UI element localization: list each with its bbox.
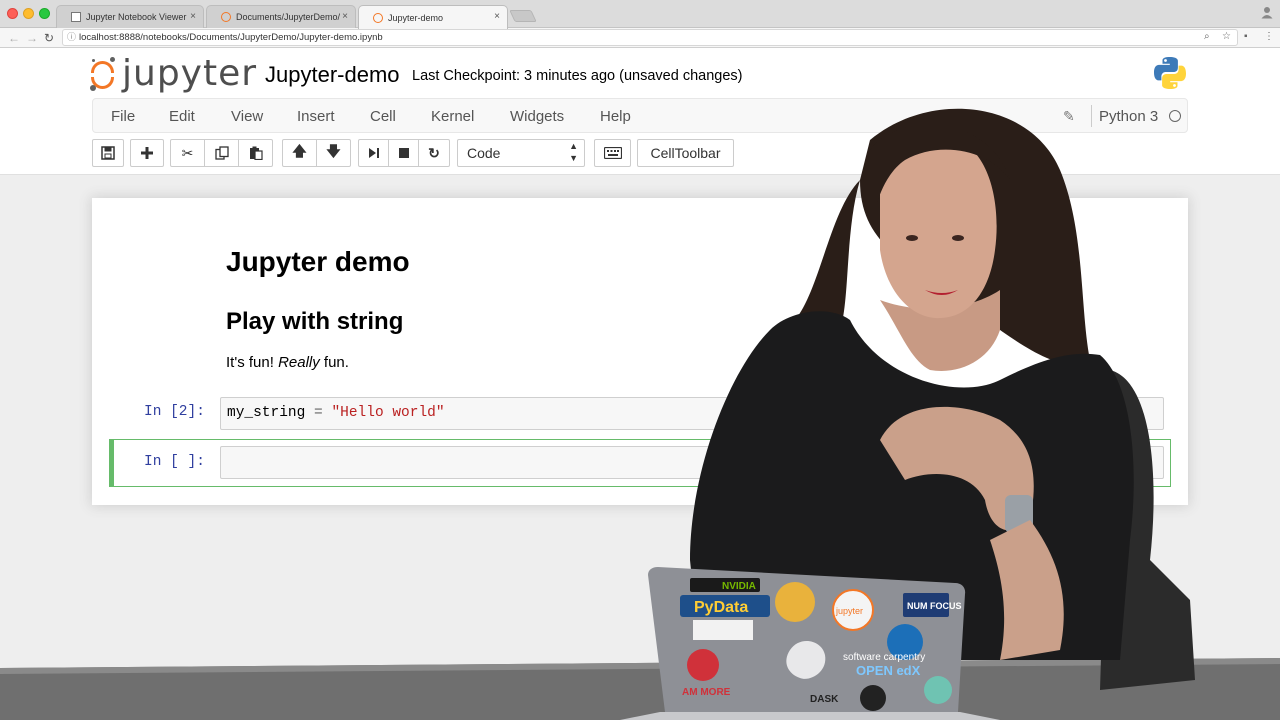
close-icon[interactable]: ×	[190, 11, 196, 22]
input-prompt: In [ ]:	[144, 454, 205, 470]
code-operator: =	[305, 405, 332, 421]
close-icon[interactable]: ×	[342, 11, 348, 22]
notebook-container: Jupyter demo Play with string It's fun! …	[92, 198, 1188, 505]
keyboard-icon	[603, 147, 622, 159]
code-cell[interactable]: In [2]: my_string = "Hello world"	[110, 392, 1170, 436]
code-string: "Hello world"	[331, 405, 445, 421]
arrow-up-icon: 🡅	[292, 143, 307, 159]
menu-file[interactable]: File	[111, 108, 135, 125]
reload-icon[interactable]: ↻	[44, 30, 54, 46]
browser-tab-notebook-viewer[interactable]: Jupyter Notebook Viewer ×	[56, 5, 204, 28]
kernel-idle-indicator-icon	[1169, 110, 1181, 122]
jupyter-icon	[373, 12, 383, 23]
extension-icon[interactable]: ▪	[1244, 31, 1248, 42]
jupyter-logo[interactable]: jupyter	[90, 52, 257, 96]
select-caret-icon: ▲ ▼	[569, 141, 578, 163]
kernel-name: Python 3	[1099, 108, 1159, 125]
run-cell-button[interactable]	[358, 139, 389, 167]
window-close-button[interactable]	[7, 8, 18, 19]
menu-bar: File Edit View Insert Cell Kernel Widget…	[92, 98, 1188, 133]
code-input[interactable]: my_string = "Hello world"	[220, 397, 1164, 430]
paste-icon	[249, 146, 263, 160]
markdown-heading-1[interactable]: Jupyter demo	[226, 246, 410, 278]
close-icon[interactable]: ×	[494, 11, 500, 22]
menu-insert[interactable]: Insert	[297, 108, 335, 125]
edit-pencil-icon[interactable]: ✎	[1063, 108, 1075, 125]
celltoolbar-button[interactable]: CellToolbar	[637, 139, 734, 167]
refresh-icon: ↻	[428, 144, 440, 161]
menu-widgets[interactable]: Widgets	[510, 108, 564, 125]
menu-icon[interactable]: ⋮	[1264, 31, 1274, 42]
markdown-paragraph[interactable]: It's fun! Really fun.	[226, 354, 349, 371]
tab-label: Documents/JupyterDemo/	[236, 12, 341, 22]
stop-icon	[398, 148, 409, 158]
menu-kernel[interactable]: Kernel	[431, 108, 474, 125]
tab-label: Jupyter-demo	[388, 12, 444, 23]
save-icon	[101, 146, 115, 160]
code-input-active[interactable]	[220, 446, 1164, 479]
move-cell-up-button[interactable]: 🡅	[282, 139, 317, 167]
checkpoint-status: Last Checkpoint: 3 minutes ago (unsaved …	[412, 68, 743, 84]
notebook-area: Jupyter demo Play with string It's fun! …	[0, 175, 1280, 720]
new-tab-button[interactable]	[509, 10, 537, 22]
arrow-down-icon: 🡇	[326, 143, 341, 159]
forward-icon[interactable]: →	[26, 30, 38, 46]
code-variable: my_string	[227, 405, 306, 421]
notebook-title[interactable]: Jupyter-demo	[265, 62, 400, 88]
jupyter-logo-text: jupyter	[122, 53, 258, 94]
jupyter-header: jupyter Jupyter-demo Last Checkpoint: 3 …	[0, 48, 1280, 175]
cell-type-select[interactable]: Code ▲ ▼	[457, 139, 585, 167]
command-palette-button[interactable]	[594, 139, 631, 167]
interrupt-kernel-button[interactable]	[388, 139, 419, 167]
paragraph-text: It's fun!	[226, 354, 279, 371]
cell-type-value: Code	[467, 145, 501, 161]
plus-icon	[141, 147, 153, 159]
paragraph-emphasis: Really	[278, 354, 320, 371]
kernel-divider	[1091, 105, 1092, 127]
bookmark-star-icon[interactable]: ☆	[1222, 31, 1231, 42]
browser-tab-jupyter-demo[interactable]: Jupyter-demo ×	[358, 5, 508, 29]
code-cell-selected[interactable]: In [ ]:	[109, 439, 1171, 487]
restart-kernel-button[interactable]: ↻	[418, 139, 450, 167]
window-minimize-button[interactable]	[23, 8, 34, 19]
scissors-icon: ✂	[181, 144, 194, 161]
markdown-heading-2[interactable]: Play with string	[226, 308, 403, 336]
menu-view[interactable]: View	[231, 108, 263, 125]
jupyter-icon	[221, 12, 231, 22]
menu-help[interactable]: Help	[600, 108, 631, 125]
window-zoom-button[interactable]	[39, 8, 50, 19]
tab-label: Jupyter Notebook Viewer	[86, 12, 187, 22]
save-button[interactable]	[92, 139, 124, 167]
python-logo-icon	[1154, 57, 1186, 89]
menu-cell[interactable]: Cell	[370, 108, 396, 125]
page-info-icon[interactable]: ⓘ	[67, 30, 76, 45]
copy-cell-button[interactable]	[204, 139, 239, 167]
document-icon	[71, 12, 81, 22]
step-forward-icon	[368, 148, 379, 158]
input-prompt: In [2]:	[144, 404, 205, 420]
address-bar: ← → ↻ ⓘ localhost:8888/notebooks/Documen…	[0, 28, 1280, 48]
zoom-icon[interactable]: ⌕	[1204, 31, 1210, 42]
menu-edit[interactable]: Edit	[169, 108, 195, 125]
copy-icon	[214, 146, 229, 160]
move-cell-down-button[interactable]: 🡇	[316, 139, 351, 167]
profile-icon[interactable]	[1261, 6, 1273, 19]
jupyter-logo-icon	[90, 57, 116, 91]
paragraph-text: fun.	[319, 354, 349, 371]
browser-tab-documents[interactable]: Documents/JupyterDemo/ ×	[206, 5, 356, 28]
insert-cell-below-button[interactable]	[130, 139, 164, 167]
browser-tab-bar: Jupyter Notebook Viewer × Documents/Jupy…	[0, 0, 1280, 29]
cut-cell-button[interactable]: ✂	[170, 139, 205, 167]
url-text: localhost:8888/notebooks/Documents/Jupyt…	[79, 32, 383, 43]
paste-cell-button[interactable]	[238, 139, 273, 167]
back-icon[interactable]: ←	[8, 30, 20, 46]
url-field[interactable]: ⓘ localhost:8888/notebooks/Documents/Jup…	[62, 29, 1238, 46]
